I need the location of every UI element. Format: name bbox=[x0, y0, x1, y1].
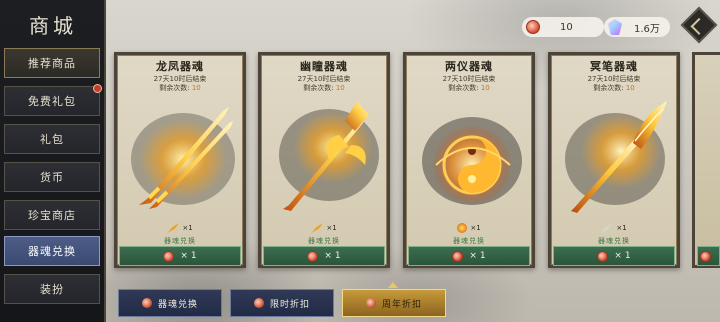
token-icon bbox=[307, 250, 319, 262]
buy-button[interactable]: × 1 bbox=[119, 246, 241, 266]
card-title: 两仪器魂 bbox=[445, 60, 493, 73]
buy-button[interactable]: × 1 bbox=[263, 246, 385, 266]
halberd-art bbox=[269, 95, 379, 217]
token-icon bbox=[597, 250, 609, 262]
back-button[interactable] bbox=[680, 6, 718, 44]
token-icon bbox=[163, 250, 175, 262]
tab-soul-exchange[interactable]: 器魂兑换 bbox=[118, 289, 222, 317]
currency-gem[interactable]: 1.6万 bbox=[604, 17, 670, 37]
exchange-label: 器魂兑换 bbox=[598, 237, 630, 245]
gem-icon bbox=[608, 19, 622, 35]
sidebar: 商城 推荐商品 免费礼包 礼包 货币 珍宝商店 器魂兑换 装扮 bbox=[0, 0, 106, 322]
buy-button[interactable] bbox=[697, 246, 720, 266]
sidebar-item-label: 推荐商品 bbox=[28, 57, 76, 70]
twin-swords-art bbox=[125, 95, 235, 217]
card-remaining: 剩余次数: 10 bbox=[303, 84, 345, 92]
card-item-row: ×1 bbox=[261, 221, 387, 235]
sidebar-item-treasure-shop[interactable]: 珍宝商店 bbox=[4, 200, 100, 230]
sidebar-item-label: 装扮 bbox=[40, 283, 64, 296]
brush-art bbox=[559, 95, 669, 217]
token-icon bbox=[141, 298, 152, 308]
halberd-icon bbox=[311, 223, 324, 233]
sidebar-item-currency[interactable]: 货币 bbox=[4, 162, 100, 192]
sidebar-item-gifts[interactable]: 礼包 bbox=[4, 124, 100, 154]
top-bar: 10 1.6万 bbox=[108, 0, 720, 52]
shop-card[interactable]: 龙凤器魂 27天10时后结束 剩余次数: 10 ×1 器魂兑换 × 1 bbox=[114, 52, 246, 268]
tab-label: 器魂兑换 bbox=[157, 299, 198, 310]
card-remaining: 剩余次数: 10 bbox=[448, 84, 490, 92]
card-remaining: 剩余次数: 10 bbox=[593, 84, 635, 92]
sidebar-item-free-gifts[interactable]: 免费礼包 bbox=[4, 84, 102, 116]
shop-card-partial[interactable] bbox=[692, 52, 720, 268]
card-item-row: ×1 bbox=[406, 221, 532, 235]
sidebar-item-label: 货币 bbox=[40, 171, 64, 184]
buy-button[interactable]: × 1 bbox=[553, 246, 675, 266]
card-remaining: 剩余次数: 10 bbox=[159, 84, 201, 92]
sidebar-item-label: 免费礼包 bbox=[28, 95, 76, 108]
tab-limited-discount[interactable]: 限时折扣 bbox=[230, 289, 334, 317]
card-item-row: ×1 bbox=[117, 221, 243, 235]
card-item-row: ×1 bbox=[551, 221, 677, 235]
notification-dot bbox=[93, 84, 102, 93]
tab-label: 周年折扣 bbox=[381, 299, 422, 310]
token-icon bbox=[452, 250, 464, 262]
sidebar-item-outfits[interactable]: 装扮 bbox=[4, 274, 100, 304]
shop-card[interactable]: 两仪器魂 27天10时后结束 剩余次数: 10 ×1 器魂兑换 × 1 bbox=[403, 52, 535, 268]
active-tab-indicator bbox=[388, 282, 398, 288]
shop-card[interactable]: 幽瞳器魂 27天10时后结束 剩余次数: 10 ×1 器魂兑换 × 1 bbox=[258, 52, 390, 268]
sword-icon bbox=[167, 223, 180, 233]
sidebar-item-recommended[interactable]: 推荐商品 bbox=[4, 48, 100, 78]
tab-anniversary-discount[interactable]: 周年折扣 bbox=[342, 289, 446, 317]
currency-gem-value: 1.6万 bbox=[634, 23, 660, 35]
token-icon bbox=[253, 298, 264, 308]
exchange-label: 器魂兑换 bbox=[453, 237, 485, 245]
sidebar-item-label: 器魂兑换 bbox=[28, 245, 76, 258]
taiji-orb-art bbox=[414, 95, 524, 217]
currency-token-value: 10 bbox=[560, 21, 573, 33]
exchange-label: 器魂兑换 bbox=[308, 237, 340, 245]
tab-label: 限时折扣 bbox=[269, 299, 310, 310]
brush-icon bbox=[601, 223, 614, 233]
buy-button[interactable]: × 1 bbox=[408, 246, 530, 266]
sidebar-item-label: 珍宝商店 bbox=[28, 209, 76, 222]
sidebar-item-soul-exchange[interactable]: 器魂兑换 bbox=[4, 236, 100, 266]
card-title: 龙凤器魂 bbox=[156, 60, 204, 73]
token-icon bbox=[365, 298, 376, 308]
card-title: 冥笔器魂 bbox=[590, 60, 638, 73]
shop-title: 商城 bbox=[29, 14, 77, 38]
token-icon bbox=[526, 20, 540, 34]
orb-icon bbox=[457, 223, 468, 233]
sidebar-item-label: 礼包 bbox=[40, 133, 64, 146]
token-icon bbox=[700, 250, 711, 262]
shop-card[interactable]: 冥笔器魂 27天10时后结束 剩余次数: 10 ×1 器魂兑换 × 1 bbox=[548, 52, 680, 268]
currency-token[interactable]: 10 bbox=[522, 17, 604, 37]
card-title: 幽瞳器魂 bbox=[300, 60, 348, 73]
exchange-label: 器魂兑换 bbox=[164, 237, 196, 245]
